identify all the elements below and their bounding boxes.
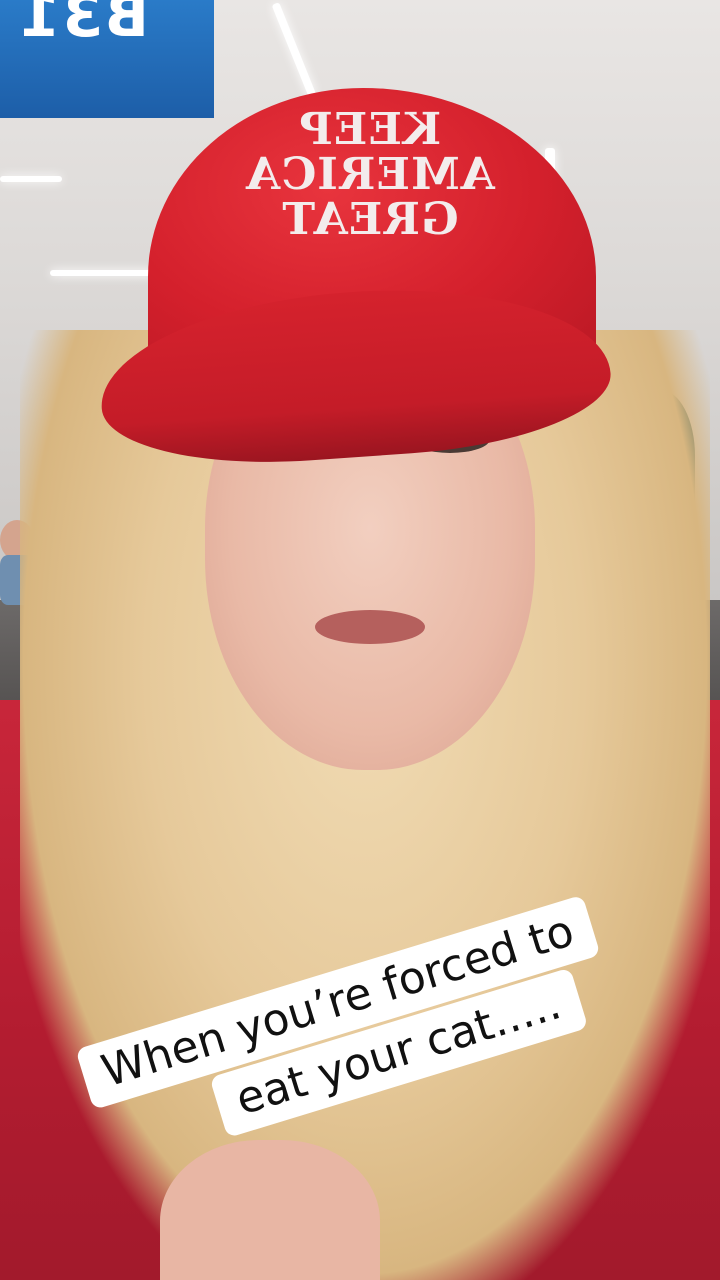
hat-text-line: GREAT (281, 193, 459, 245)
mouth (315, 610, 425, 644)
hat-text-line: AMERICA (245, 148, 495, 200)
ceiling-light (50, 270, 158, 276)
hat-text-line: KEEP (298, 104, 442, 155)
gate-sign: B31 (0, 0, 214, 118)
gate-sign-text: B31 (18, 0, 149, 50)
video-frame[interactable]: B31 KEEP AMERICA GREAT When you’re force… (0, 0, 720, 1280)
hand (160, 1140, 380, 1280)
ceiling-light (0, 176, 62, 182)
hat-embroidery: KEEP AMERICA GREAT (190, 104, 550, 245)
